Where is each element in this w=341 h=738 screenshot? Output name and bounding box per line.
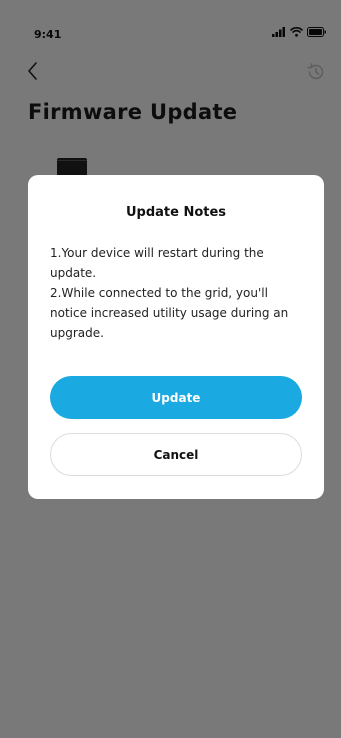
update-button[interactable]: Update bbox=[50, 376, 302, 419]
note-item: 2.While connected to the grid, you'll no… bbox=[50, 286, 289, 340]
update-notes-dialog: Update Notes 1.Your device will restart … bbox=[28, 175, 324, 499]
note-item: 1.Your device will restart during the up… bbox=[50, 246, 264, 280]
dialog-body: 1.Your device will restart during the up… bbox=[50, 243, 306, 343]
cancel-button[interactable]: Cancel bbox=[50, 433, 302, 476]
dialog-title: Update Notes bbox=[125, 205, 227, 220]
